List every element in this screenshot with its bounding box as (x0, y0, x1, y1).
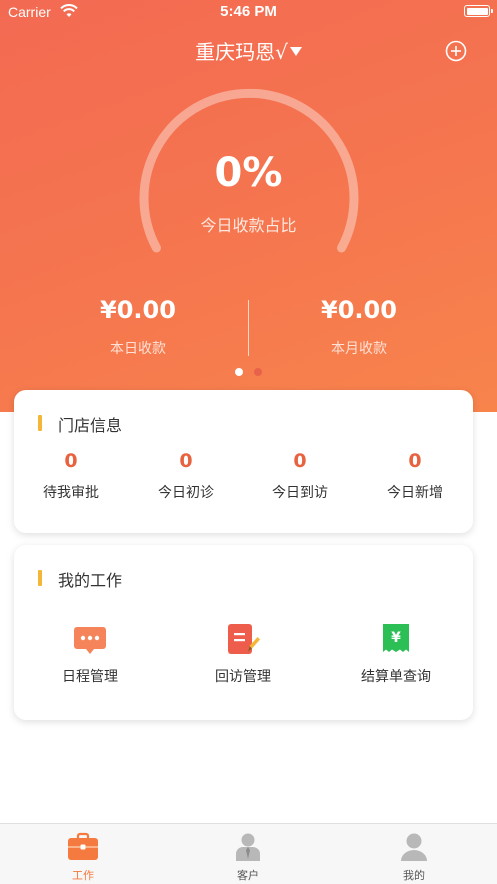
battery-icon (464, 5, 493, 17)
stat-value: 0 (64, 450, 78, 472)
my-work-title: 我的工作 (58, 571, 123, 590)
tab-work-label: 工作 (72, 869, 94, 882)
stat-label: 待我审批 (43, 485, 99, 501)
month-amount: ¥0.00 (321, 296, 397, 324)
today-amount: ¥0.00 (100, 296, 176, 324)
store-name: 重庆玛恩√ (195, 40, 288, 64)
stat-label: 今日初诊 (158, 485, 214, 501)
status-bar: Carrier 5:46 PM (0, 0, 497, 26)
followup-note-icon (228, 624, 260, 654)
month-amount-label: 本月收款 (331, 341, 387, 357)
store-info-card: 门店信息 0 待我审批 0 今日初诊 0 今日到访 0 今日新增 (14, 390, 473, 533)
customer-icon (236, 833, 260, 861)
stat-value: 0 (293, 450, 307, 472)
svg-text:¥: ¥ (391, 630, 401, 646)
stat-value: 0 (408, 450, 422, 472)
today-amount-label: 本日收款 (110, 341, 166, 357)
profile-icon (401, 833, 427, 861)
store-selector[interactable]: 重庆玛恩√ (0, 36, 497, 65)
tab-profile-label: 我的 (403, 869, 425, 882)
tab-customer-label: 客户 (237, 869, 259, 882)
store-info-title: 门店信息 (58, 416, 123, 435)
settlement-query-label: 结算单查询 (361, 669, 431, 685)
tab-bar: 工作 客户 我的 (0, 823, 497, 884)
receipt-yen-icon: ¥ (383, 624, 409, 652)
stat-value: 0 (179, 450, 193, 472)
page-dot-2[interactable] (254, 368, 262, 376)
my-work-card: 我的工作 日程管理 回访管理 ¥ 结算单查询 (14, 545, 473, 720)
schedule-chat-icon (74, 627, 106, 654)
briefcase-icon (68, 832, 98, 860)
schedule-management-label: 日程管理 (62, 669, 118, 685)
add-button[interactable] (445, 40, 467, 62)
collection-percent-label: 今日收款占比 (200, 216, 297, 235)
dropdown-caret-icon (289, 47, 302, 56)
stat-label: 今日新增 (387, 485, 443, 501)
section-marker (38, 570, 42, 586)
collection-percent: 0% (214, 150, 283, 196)
stat-label: 今日到访 (272, 485, 328, 501)
section-marker (38, 415, 42, 431)
followup-management-label: 回访管理 (215, 669, 271, 685)
clock: 5:46 PM (220, 3, 277, 20)
page-dot-1[interactable] (235, 368, 243, 376)
